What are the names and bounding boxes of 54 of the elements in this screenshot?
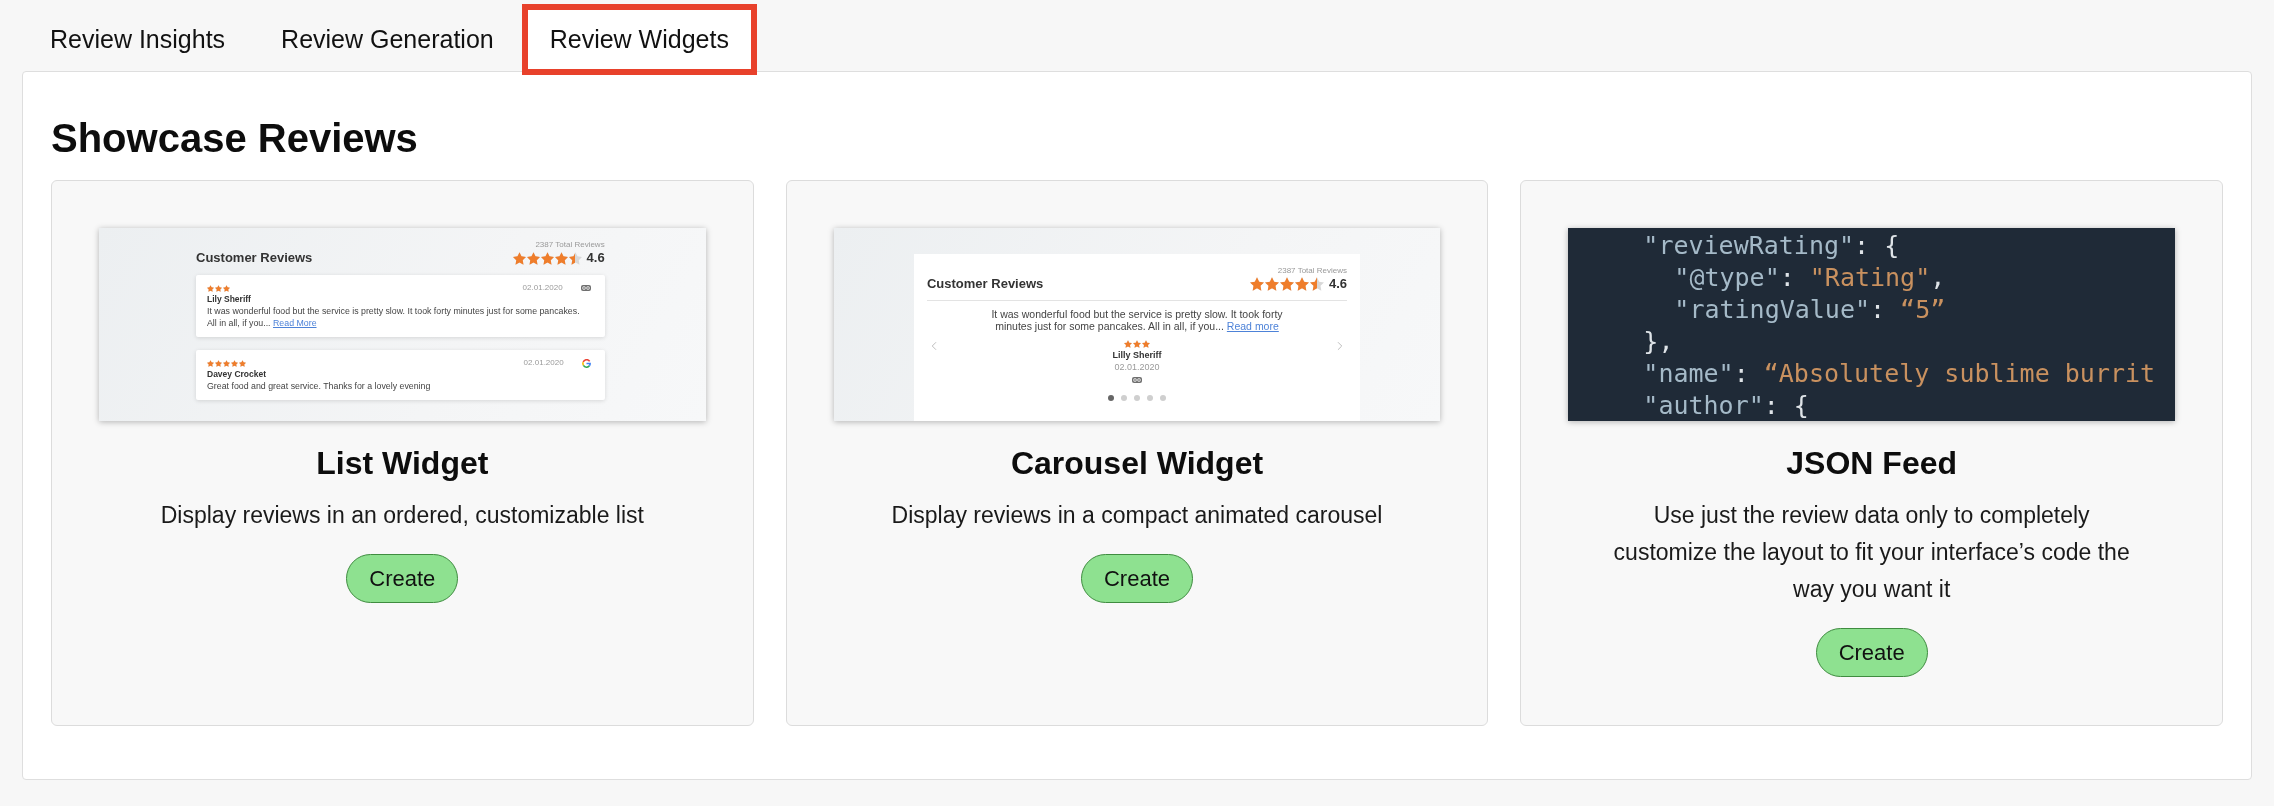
tab[interactable]: Review Insights [22, 4, 254, 75]
read-more-link[interactable]: Read More [273, 318, 317, 328]
carousel-dot[interactable] [1108, 395, 1114, 401]
code-line: "@type": "Rating", [1674, 262, 1946, 294]
star-icon [1279, 277, 1294, 291]
carousel-dot[interactable] [1134, 395, 1140, 401]
star-icon [1264, 277, 1279, 291]
rating-value: 4.6 [1328, 276, 1347, 292]
star-icon [1309, 277, 1324, 291]
create-button[interactable]: Create [1815, 628, 1928, 677]
carousel-dot[interactable] [1160, 395, 1166, 401]
goggles-icon [580, 285, 591, 291]
review-date: 02.01.2020 [1114, 361, 1160, 373]
code-line: "reviewRating": { [1643, 230, 1900, 262]
tab[interactable]: Review Generation [253, 4, 522, 75]
review-text: Great food and great service. Thanks for a lovely evening [207, 380, 432, 392]
star-icon [526, 251, 540, 265]
star-icon [554, 251, 568, 265]
star-icon [568, 251, 582, 265]
code-line: }, [1643, 326, 1674, 358]
carousel-dot[interactable] [1147, 395, 1153, 401]
widget-title: Carousel Widget [1010, 444, 1264, 483]
reviewer-name: Davey Crocket [207, 368, 268, 380]
total-reviews-count: 2387 Total Reviews [535, 240, 605, 250]
widget-description: Use just the review data only to completely customize the layout to fit your interface’s code the way you want it [1612, 501, 2131, 604]
widget-title: JSON Feed [1786, 444, 1957, 483]
widget-title: List Widget [316, 444, 489, 483]
star-icon [1249, 277, 1264, 291]
section-title: Showcase Reviews [51, 115, 419, 162]
code-line: "name": “Absolutely sublime burrit [1643, 358, 2156, 390]
reviews-heading: Customer Reviews [927, 276, 1044, 292]
create-button[interactable]: Create [346, 554, 459, 603]
reviewer-name: Lily Sheriff [207, 293, 252, 305]
code-line: "author": { [1643, 390, 1809, 421]
code-line: "ratingValue": “5” [1674, 294, 1946, 326]
star-icon [540, 251, 554, 265]
review-text: It was wonderful food but the service is pretty slow. It took forty minutes just for some pancakes. All in all, if you... Read more [990, 308, 1284, 332]
carousel-dot[interactable] [1121, 395, 1127, 401]
star-icon [1294, 277, 1309, 291]
rating-value: 4.6 [586, 250, 605, 266]
google-icon [581, 358, 591, 368]
review-text: It was wonderful food but the service is pretty slow. It took forty minutes just for some pancakes. All in all, if you... Read More [207, 305, 581, 329]
star-icon [512, 251, 526, 265]
reviews-heading: Customer Reviews [196, 250, 313, 266]
widget-description: Display reviews in a compact animated carousel [891, 501, 1383, 530]
reviewer-name: Lilly Sheriff [1112, 349, 1162, 361]
read-more-link[interactable]: Read more [1226, 320, 1279, 332]
goggles-icon [1132, 377, 1142, 383]
widget-description: Display reviews in an ordered, customizable list [160, 501, 644, 530]
create-button[interactable]: Create [1080, 554, 1193, 603]
review-date: 02.01.2020 [523, 357, 564, 369]
tab[interactable]: Review Widgets [521, 4, 757, 75]
total-reviews-count: 2387 Total Reviews [1277, 266, 1347, 276]
review-date: 02.01.2020 [522, 282, 563, 294]
